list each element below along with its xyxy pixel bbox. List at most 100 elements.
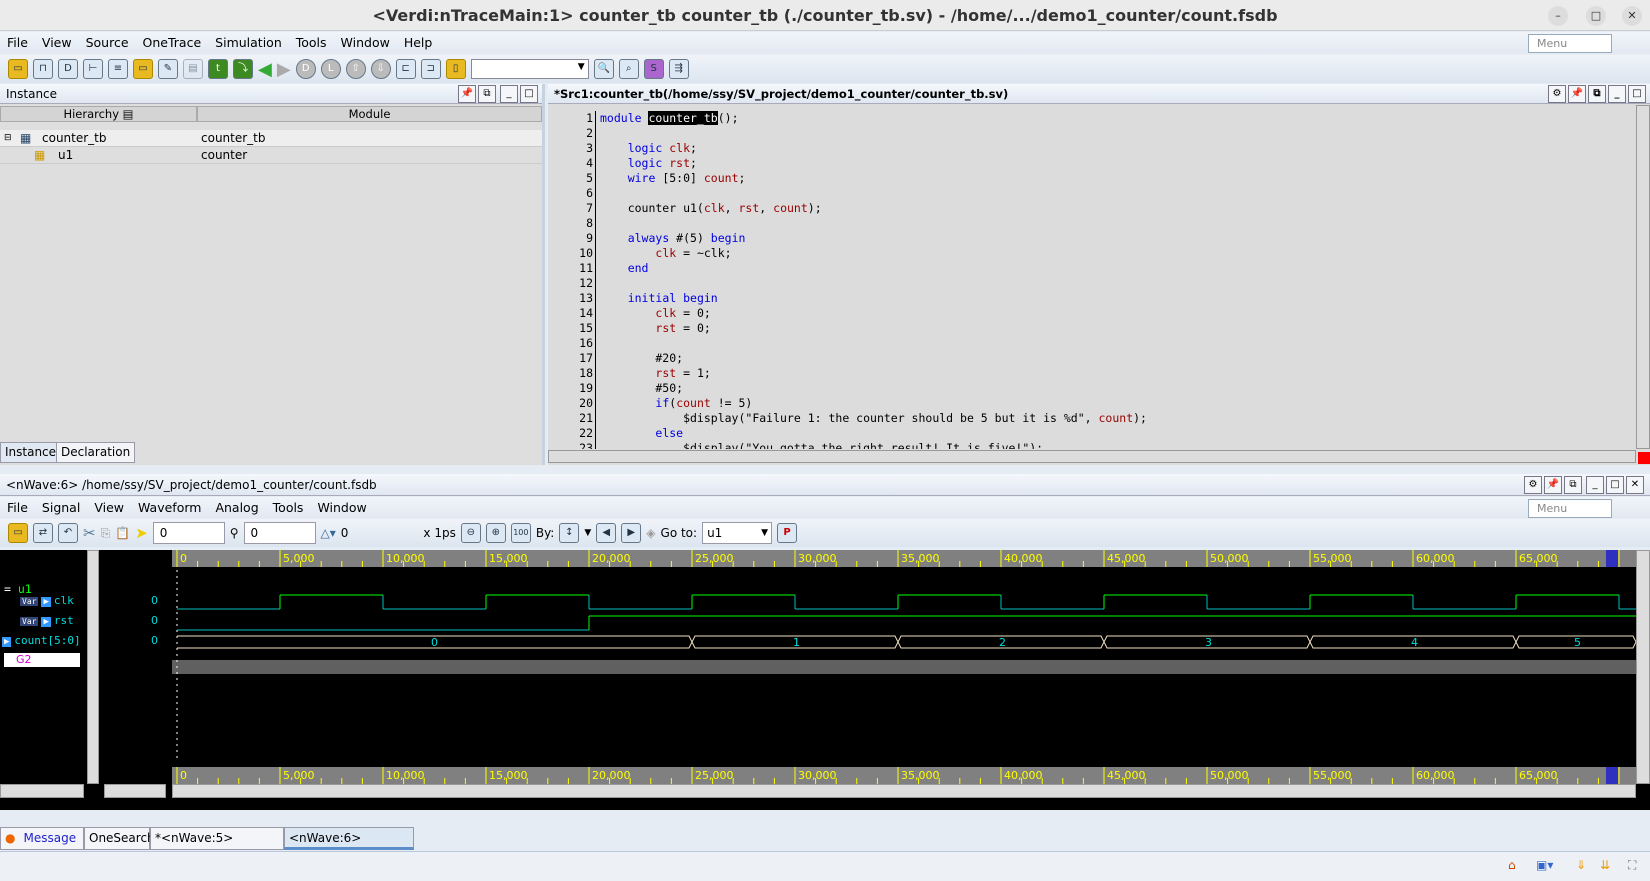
source-vertical-scrollbar[interactable] bbox=[1636, 105, 1650, 449]
code-line[interactable]: rst = 1; bbox=[600, 366, 710, 381]
edit-icon[interactable]: ✎ bbox=[158, 59, 178, 79]
tab-instance[interactable]: Instance bbox=[0, 442, 62, 463]
apps-icon[interactable]: S bbox=[643, 59, 664, 79]
menu-onetrace[interactable]: OneTrace bbox=[136, 35, 209, 50]
zoom-out-icon[interactable]: ⊖ bbox=[460, 523, 481, 543]
name-scrollbar[interactable] bbox=[87, 550, 99, 784]
wave-menu-signal[interactable]: Signal bbox=[35, 500, 87, 515]
folder-icon[interactable]: ▭ bbox=[133, 59, 153, 79]
new-waveform-icon[interactable]: ⊓ bbox=[33, 59, 53, 79]
home-icon[interactable]: ⌂ bbox=[1508, 858, 1516, 872]
trace-load-icon[interactable]: ⤵ bbox=[233, 59, 253, 79]
dropdown-arrow-icon[interactable]: ▼ bbox=[584, 528, 591, 538]
menu-simulation[interactable]: Simulation bbox=[208, 35, 289, 50]
find-icon[interactable]: 🔍 bbox=[593, 59, 614, 79]
menu-source[interactable]: Source bbox=[79, 35, 136, 50]
bookmark-icon[interactable]: ▯ bbox=[445, 59, 466, 79]
menu-file[interactable]: File bbox=[0, 35, 35, 50]
dock-down-icon[interactable]: ⇓ bbox=[1576, 858, 1586, 872]
code-line[interactable]: module counter_tb(); bbox=[600, 111, 739, 126]
search-next-icon[interactable]: ▶ bbox=[621, 523, 642, 543]
wave-menu-tools[interactable]: Tools bbox=[266, 500, 311, 515]
forward-arrow-icon[interactable]: ▶ bbox=[277, 59, 291, 80]
copy-icon[interactable]: ⎘ bbox=[101, 526, 111, 541]
search-combo[interactable]: ▼ bbox=[470, 59, 589, 79]
bottom-tab-2[interactable]: *<nWave:5> count.fsdb bbox=[150, 827, 284, 866]
settings-icon[interactable]: ⚙ bbox=[1548, 85, 1566, 103]
goto-select[interactable]: u1 ▼ bbox=[702, 522, 773, 544]
undock-icon[interactable]: ⧉ bbox=[478, 85, 496, 103]
undo-icon[interactable]: ↶ bbox=[58, 523, 78, 543]
group-g2[interactable]: G2 bbox=[4, 653, 80, 667]
signal-count50[interactable]: ▶ count[5:0] bbox=[2, 634, 81, 647]
marker-time-input[interactable]: 0 bbox=[243, 522, 316, 544]
code-line[interactable]: $display("You gotta the right result! It… bbox=[600, 441, 1043, 449]
connect-icon[interactable]: ⊏ bbox=[395, 59, 416, 79]
code-line[interactable]: initial begin bbox=[600, 291, 718, 306]
cut-icon[interactable]: ✂ bbox=[83, 524, 96, 542]
code-line[interactable]: if(count != 5) bbox=[600, 396, 752, 411]
bottom-tab-3[interactable]: <nWave:6> count.fsdb bbox=[284, 827, 414, 866]
trace-driver-icon[interactable]: t bbox=[208, 59, 228, 79]
menu-window[interactable]: Window bbox=[334, 35, 397, 50]
search-by-icon[interactable]: ↕ bbox=[559, 523, 580, 543]
source-code-view[interactable]: 1 module counter_tb(); 2 3 logic clk; 4 logi… bbox=[548, 105, 1636, 449]
code-line[interactable]: $display("Failure 1: the counter should … bbox=[600, 411, 1147, 426]
maximize-pane-icon[interactable]: □ bbox=[520, 85, 538, 103]
dock-down-all-icon[interactable]: ⇊ bbox=[1600, 858, 1610, 872]
code-line[interactable]: wire [5:0] count; bbox=[600, 171, 746, 186]
new-schematic-icon[interactable]: D bbox=[58, 59, 78, 79]
open-folder-icon[interactable]: ▭ bbox=[8, 59, 28, 79]
column-header-module[interactable]: Module bbox=[197, 106, 542, 122]
pin-icon[interactable]: 📌 bbox=[458, 85, 476, 103]
minimize-pane-icon[interactable]: _ bbox=[500, 85, 518, 103]
close-button[interactable]: ✕ bbox=[1622, 6, 1642, 26]
reload-icon[interactable]: ⇄ bbox=[33, 523, 53, 543]
zoom-in-icon[interactable]: ⊕ bbox=[485, 523, 506, 543]
code-line[interactable]: end bbox=[600, 261, 649, 276]
menu-search-input[interactable]: Menu bbox=[1528, 34, 1612, 53]
tree-row[interactable]: ⊟ ▦ counter_tb counter_tb bbox=[0, 130, 542, 147]
fullscreen-icon[interactable]: ⛶ bbox=[1628, 858, 1636, 873]
wave-menu-waveform[interactable]: Waveform bbox=[131, 500, 208, 515]
nwave-menu-search-input[interactable]: Menu bbox=[1528, 499, 1612, 518]
up-icon[interactable]: ⇧ bbox=[345, 59, 366, 79]
tree-row[interactable]: ▦ u1 counter bbox=[0, 147, 542, 164]
name-h-scrollbar[interactable] bbox=[0, 784, 84, 798]
wave-h-scrollbar[interactable] bbox=[172, 784, 1636, 798]
minimize-button[interactable]: – bbox=[1548, 6, 1568, 26]
hierarchy-icon[interactable]: ⊢ bbox=[83, 59, 103, 79]
cursor-time-input[interactable]: 0 bbox=[152, 522, 225, 544]
code-line[interactable]: clk = 0; bbox=[600, 306, 710, 321]
back-arrow-icon[interactable]: ◀ bbox=[258, 59, 272, 80]
cursor-icon[interactable]: ➤ bbox=[135, 524, 148, 542]
maximize-pane-icon[interactable]: □ bbox=[1606, 476, 1624, 494]
wave-vertical-scrollbar[interactable] bbox=[1636, 550, 1650, 784]
open-icon[interactable]: ▭ bbox=[8, 523, 28, 543]
zoom-fit-icon[interactable]: 100 bbox=[510, 523, 531, 543]
marker-icon[interactable]: ⚲ bbox=[230, 526, 239, 540]
maximize-button[interactable]: □ bbox=[1586, 6, 1606, 26]
wave-menu-analog[interactable]: Analog bbox=[208, 500, 265, 515]
pause-icon[interactable]: P bbox=[777, 523, 798, 543]
signal-name-pane[interactable]: = u1 Var ▶ clk Var ▶ rst ▶ count[5:0] G2 bbox=[0, 550, 84, 784]
code-line[interactable]: clk = ~clk; bbox=[600, 246, 731, 261]
find-next-icon[interactable]: ⌕ bbox=[618, 59, 639, 79]
paste-icon[interactable]: 📋 bbox=[115, 526, 130, 540]
menu-help[interactable]: Help bbox=[397, 35, 440, 50]
undock-icon[interactable]: ⧉ bbox=[1588, 85, 1606, 103]
code-line[interactable]: always #(5) begin bbox=[600, 231, 746, 246]
menu-view[interactable]: View bbox=[35, 35, 79, 50]
signal-list-icon[interactable]: ⇶ bbox=[668, 59, 689, 79]
minimize-pane-icon[interactable]: _ bbox=[1608, 85, 1626, 103]
column-header-hierarchy[interactable]: Hierarchy ▤ bbox=[0, 106, 197, 122]
value-h-scrollbar[interactable] bbox=[104, 784, 166, 798]
undock-icon[interactable]: ⧉ bbox=[1564, 476, 1582, 494]
code-line[interactable]: logic rst; bbox=[600, 156, 697, 171]
load-icon[interactable]: L bbox=[320, 59, 341, 79]
code-line[interactable]: #50; bbox=[600, 381, 683, 396]
bottom-tab-0[interactable]: ● Message bbox=[0, 827, 84, 850]
signal-clk[interactable]: Var ▶ clk bbox=[20, 594, 74, 607]
collapse-icon[interactable]: ⊟ bbox=[4, 130, 12, 147]
menu-tools[interactable]: Tools bbox=[289, 35, 334, 50]
